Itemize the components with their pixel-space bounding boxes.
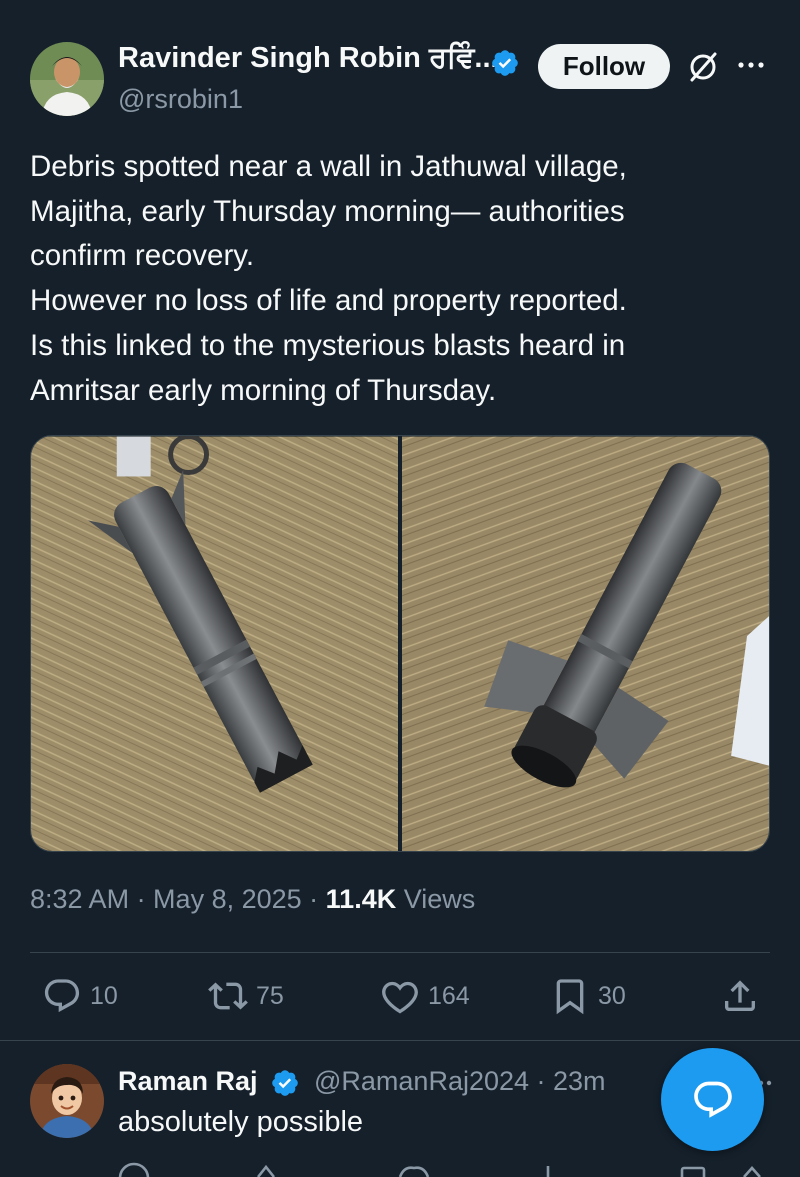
retweet-icon bbox=[208, 982, 248, 1010]
bookmark-action[interactable]: 30 bbox=[550, 976, 626, 1016]
compose-reply-icon bbox=[693, 1081, 732, 1118]
reply-action[interactable]: 10 bbox=[42, 976, 118, 1016]
tweet-text-line: confirm recovery. bbox=[30, 239, 255, 273]
tweet-text-line: Amritsar early morning of Thursday. bbox=[30, 373, 497, 407]
heart-icon bbox=[382, 981, 418, 1014]
verified-badge-icon bbox=[492, 50, 518, 76]
tweet-text-line: Majitha, early Thursday morning— authori… bbox=[30, 194, 625, 228]
reply-text: absolutely possible bbox=[118, 1106, 364, 1138]
divider bbox=[0, 1040, 800, 1041]
reply-icon bbox=[44, 979, 80, 1013]
tweet-text-line: However no loss of life and property rep… bbox=[30, 284, 627, 318]
bookmark-icon bbox=[556, 979, 584, 1015]
bookmark-count: 30 bbox=[598, 981, 626, 1010]
grok-icon[interactable] bbox=[686, 50, 720, 84]
like-action[interactable]: 164 bbox=[380, 976, 470, 1016]
like-count: 164 bbox=[428, 981, 470, 1010]
reply-author-name[interactable]: Raman Raj bbox=[118, 1066, 258, 1097]
author-handle[interactable]: @rsrobin1 bbox=[118, 84, 243, 115]
tweet-text: Debris spotted near a wall in Jathuwal v… bbox=[30, 145, 770, 413]
media-photo-left[interactable] bbox=[31, 436, 398, 852]
views-label: Views bbox=[396, 884, 476, 914]
tweet-timestamp[interactable]: 8:32 AM · May 8, 2025 · bbox=[30, 884, 326, 914]
tweet-text-line: Is this linked to the mysterious blasts … bbox=[30, 328, 626, 362]
more-icon[interactable] bbox=[735, 55, 767, 75]
reply-author-avatar[interactable] bbox=[30, 1064, 104, 1138]
divider bbox=[30, 952, 770, 953]
author-avatar[interactable] bbox=[30, 42, 104, 116]
author-name[interactable]: Ravinder Singh Robin ਰਵਿੰ... bbox=[118, 42, 499, 75]
tweet-media bbox=[30, 435, 770, 852]
follow-button[interactable]: Follow bbox=[538, 44, 670, 89]
media-photo-right[interactable] bbox=[402, 436, 769, 852]
share-icon bbox=[725, 980, 755, 1011]
retweet-count: 75 bbox=[256, 981, 284, 1010]
reply-author-handle-time[interactable]: @RamanRaj2024 · 23m bbox=[314, 1066, 606, 1097]
tweet-text-line: Debris spotted near a wall in Jathuwal v… bbox=[30, 150, 627, 183]
reply-count: 10 bbox=[90, 981, 118, 1010]
share-action[interactable] bbox=[720, 976, 760, 1016]
reply-action-row bbox=[0, 1160, 800, 1177]
compose-reply-button[interactable] bbox=[661, 1048, 764, 1151]
retweet-action[interactable]: 75 bbox=[208, 976, 284, 1016]
views-count: 11.4K bbox=[325, 884, 397, 914]
tweet-meta: 8:32 AM · May 8, 2025 · 11.4K Views bbox=[30, 884, 475, 915]
verified-badge-icon bbox=[272, 1070, 298, 1096]
